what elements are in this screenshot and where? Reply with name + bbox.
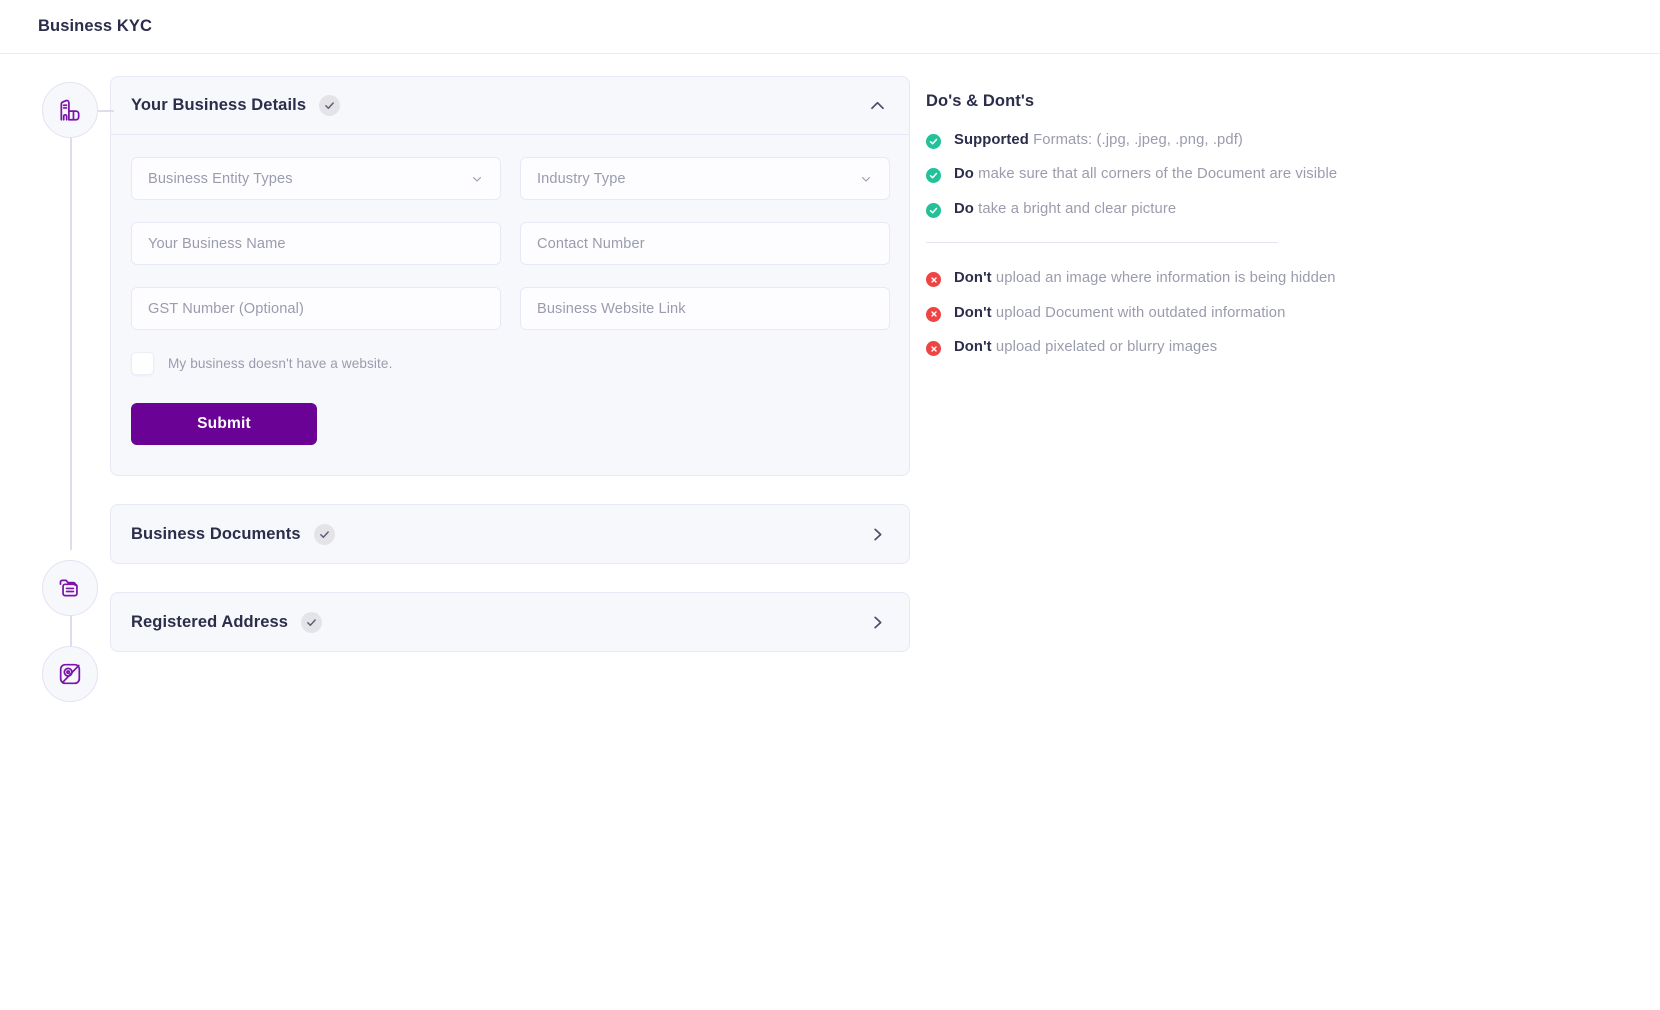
industry-type-select[interactable]: Industry Type [520, 157, 890, 200]
kyc-steps-column: Your Business Details Business Entity Ty… [0, 76, 918, 702]
submit-button[interactable]: Submit [131, 403, 317, 445]
gst-number-placeholder: GST Number (Optional) [148, 300, 304, 317]
step-node-registered-address [42, 646, 98, 702]
page-header: Business KYC [0, 0, 1660, 54]
kyc-sections-list: Your Business Details Business Entity Ty… [110, 76, 910, 652]
chevron-down-icon [470, 172, 484, 186]
page-body: Your Business Details Business Entity Ty… [0, 54, 1660, 702]
rail-connector-1 [70, 138, 72, 550]
page-title: Business KYC [38, 17, 152, 35]
gst-number-input[interactable]: GST Number (Optional) [131, 287, 501, 330]
step-node-business-documents [42, 560, 98, 616]
list-item: Don't upload Document with outdated info… [926, 304, 1337, 322]
dont-text-2: Don't upload Document with outdated info… [954, 304, 1285, 322]
dont-text-3: Don't upload pixelated or blurry images [954, 338, 1217, 356]
dont-rest-3: upload pixelated or blurry images [991, 339, 1218, 356]
guidelines-panel: Do's & Dont's Supported Formats: (.jpg, … [918, 76, 1337, 373]
dont-text-1: Don't upload an image where information … [954, 269, 1336, 287]
section-body-business-details: Business Entity Types Industry Type Your… [111, 135, 909, 475]
check-icon [319, 95, 341, 116]
rail-nub-1 [98, 110, 114, 112]
check-icon [313, 523, 335, 545]
dont-rest-2: upload Document with outdated informatio… [991, 304, 1286, 321]
dont-lead-1: Don't [954, 270, 992, 287]
section-header-business-details[interactable]: Your Business Details [111, 77, 909, 135]
section-title: Registered Address [131, 612, 289, 631]
chevron-down-icon [859, 172, 873, 186]
section-business-details: Your Business Details Business Entity Ty… [110, 76, 910, 476]
donts-list: Don't upload an image where information … [926, 269, 1337, 357]
contact-number-placeholder: Contact Number [537, 235, 645, 252]
list-item: Don't upload pixelated or blurry images [926, 338, 1337, 357]
business-website-link-placeholder: Business Website Link [537, 300, 686, 317]
do-text-2: Do make sure that all corners of the Doc… [954, 165, 1337, 183]
business-building-icon [57, 97, 83, 123]
do-rest-3: take a bright and clear picture [973, 200, 1177, 217]
section-registered-address: Registered Address [110, 592, 910, 652]
section-business-documents: Business Documents [110, 504, 910, 564]
section-header-business-documents[interactable]: Business Documents [111, 505, 909, 563]
chevron-up-icon[interactable] [868, 96, 887, 115]
list-item: Supported Formats: (.jpg, .jpeg, .png, .… [926, 131, 1337, 149]
guidelines-divider [926, 242, 1278, 244]
no-website-label: My business doesn't have a website. [168, 356, 393, 371]
dos-list: Supported Formats: (.jpg, .jpeg, .png, .… [926, 131, 1337, 218]
do-lead-1: Supported [954, 132, 1029, 148]
cross-circle-icon [926, 272, 941, 288]
contact-number-input[interactable]: Contact Number [520, 222, 890, 265]
dont-lead-3: Don't [954, 339, 992, 356]
chevron-right-icon[interactable] [868, 525, 887, 544]
do-text-1: Supported Formats: (.jpg, .jpeg, .png, .… [954, 131, 1243, 149]
do-rest-1: Formats: (.jpg, .jpeg, .png, .pdf) [1028, 132, 1243, 148]
check-icon [301, 611, 323, 633]
no-website-check-row: My business doesn't have a website. [131, 352, 889, 375]
list-item: Don't upload an image where information … [926, 269, 1337, 288]
do-lead-3: Do [954, 200, 974, 217]
list-item: Do take a bright and clear picture [926, 200, 1337, 218]
do-rest-2: make sure that all corners of the Docume… [973, 166, 1338, 183]
do-text-3: Do take a bright and clear picture [954, 200, 1176, 218]
cross-circle-icon [926, 341, 941, 357]
folder-document-icon [57, 575, 83, 601]
business-name-placeholder: Your Business Name [148, 235, 286, 252]
step-node-business-details [42, 82, 98, 138]
section-title: Your Business Details [131, 96, 307, 114]
dont-rest-1: upload an image where information is bei… [991, 270, 1336, 287]
business-entity-types-select[interactable]: Business Entity Types [131, 157, 501, 200]
business-entity-types-placeholder: Business Entity Types [148, 170, 293, 187]
check-circle-icon [926, 134, 941, 149]
industry-type-placeholder: Industry Type [537, 170, 626, 187]
map-location-icon [57, 661, 83, 687]
section-title: Business Documents [131, 524, 301, 543]
chevron-right-icon[interactable] [868, 613, 887, 632]
do-lead-2: Do [954, 166, 974, 183]
business-name-input[interactable]: Your Business Name [131, 222, 501, 265]
business-website-link-input[interactable]: Business Website Link [520, 287, 890, 330]
no-website-checkbox[interactable] [131, 352, 154, 375]
list-item: Do make sure that all corners of the Doc… [926, 165, 1337, 184]
section-header-registered-address[interactable]: Registered Address [111, 593, 909, 651]
guidelines-title: Do's & Dont's [926, 92, 1035, 110]
check-circle-icon [926, 168, 941, 184]
dont-lead-2: Don't [954, 304, 992, 321]
business-details-form: Business Entity Types Industry Type Your… [131, 157, 890, 330]
check-circle-icon [926, 202, 941, 218]
cross-circle-icon [926, 306, 941, 322]
